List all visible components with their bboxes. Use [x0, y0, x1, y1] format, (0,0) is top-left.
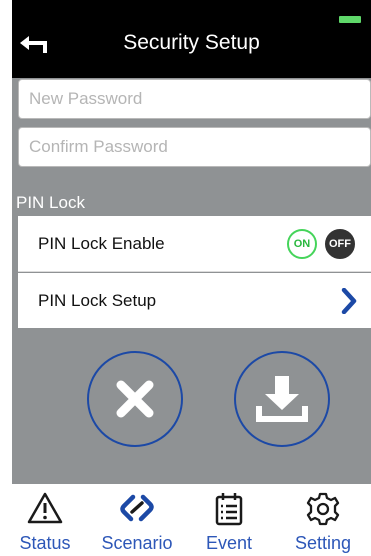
page-title: Security Setup — [123, 31, 260, 54]
confirm-password-field[interactable] — [18, 127, 371, 167]
tab-status-label: Status — [19, 533, 71, 553]
header-bar: Security Setup — [12, 0, 371, 78]
cancel-button[interactable] — [87, 351, 183, 447]
tab-status[interactable]: Status — [12, 484, 90, 556]
tab-scenario-label: Scenario — [101, 533, 173, 553]
tab-setting-label: Setting — [294, 533, 352, 553]
new-password-field[interactable] — [18, 79, 371, 119]
pin-lock-setup-row[interactable]: PIN Lock Setup — [18, 273, 371, 328]
download-icon — [256, 376, 308, 422]
close-icon — [116, 380, 154, 418]
tab-event[interactable]: Event — [184, 484, 274, 556]
pin-lock-setup-label: PIN Lock Setup — [38, 290, 157, 310]
bottom-tab-bar: Status Scenario Event Setting — [12, 484, 371, 556]
chevron-right-icon — [341, 288, 357, 314]
warning-icon — [27, 492, 63, 524]
tab-event-label: Event — [205, 533, 253, 553]
event-list-icon — [215, 493, 243, 526]
save-button[interactable] — [234, 351, 330, 447]
tab-scenario[interactable]: Scenario — [92, 484, 182, 556]
scenario-icon — [120, 494, 154, 522]
tab-setting[interactable]: Setting — [278, 484, 368, 556]
pin-lock-toggle[interactable]: ON OFF — [287, 229, 361, 259]
gear-icon — [306, 492, 340, 526]
pin-lock-enable-row: PIN Lock Enable ON OFF — [18, 216, 371, 272]
pin-lock-section-label: PIN Lock — [16, 193, 85, 212]
toggle-off-option[interactable]: OFF — [325, 229, 355, 259]
toggle-on-option[interactable]: ON — [287, 229, 317, 259]
app-screen: Security Setup PIN Lock PIN Lock Enable … — [12, 0, 371, 556]
pin-lock-enable-label: PIN Lock Enable — [38, 233, 165, 253]
battery-indicator — [339, 16, 361, 23]
